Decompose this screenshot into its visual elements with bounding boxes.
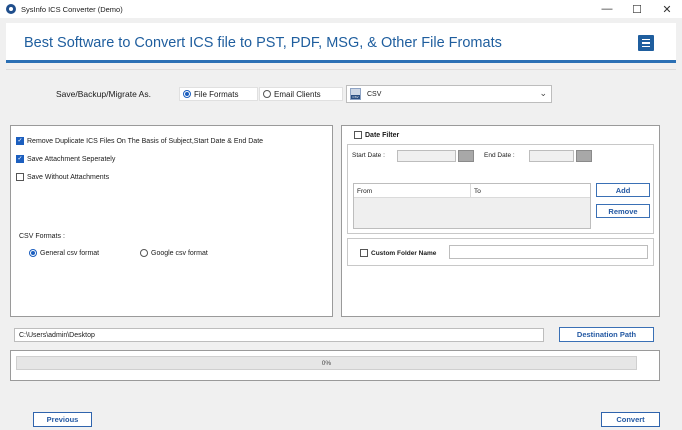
minimize-button[interactable]: —	[592, 0, 622, 18]
save-without-attachments-label: Save Without Attachments	[27, 173, 110, 181]
format-select-value: CSV	[367, 90, 382, 98]
table-header: From To	[354, 184, 590, 198]
from-column-header: From	[354, 184, 471, 197]
title-bar: SysInfo ICS Converter (Demo) — ☐ ✕	[0, 0, 682, 18]
options-panel: Remove Duplicate ICS Files On The Basis …	[10, 125, 333, 317]
save-without-attachments-checkbox[interactable]: Save Without Attachments	[16, 173, 109, 181]
checkbox-checked-icon	[16, 137, 24, 145]
general-csv-radio[interactable]: General csv format	[29, 249, 99, 257]
progress-panel: 0%	[10, 350, 660, 381]
start-date-label: Start Date :	[352, 152, 385, 159]
progress-bar: 0%	[16, 356, 637, 370]
hamburger-menu-icon[interactable]	[638, 35, 654, 51]
checkbox-checked-icon	[16, 155, 24, 163]
format-select[interactable]: CSV ⌄	[346, 85, 552, 103]
custom-folder-input[interactable]	[449, 245, 648, 259]
header-banner: Best Software to Convert ICS file to PST…	[6, 23, 676, 63]
custom-folder-checkbox[interactable]: Custom Folder Name	[360, 249, 436, 257]
save-attachment-label: Save Attachment Seperately	[27, 155, 116, 163]
save-attachment-checkbox[interactable]: Save Attachment Seperately	[16, 155, 115, 163]
window-title: SysInfo ICS Converter (Demo)	[21, 4, 123, 14]
close-button[interactable]: ✕	[652, 0, 682, 18]
filter-panel: Date Filter Start Date : End Date : From…	[341, 125, 660, 317]
add-button[interactable]: Add	[596, 183, 650, 197]
save-as-row: Save/Backup/Migrate As. File Formats Ema…	[6, 69, 676, 115]
progress-label: 0%	[321, 359, 332, 367]
end-date-label: End Date :	[484, 152, 515, 159]
email-clients-label: Email Clients	[274, 89, 321, 99]
file-formats-radio[interactable]: File Formats	[179, 87, 258, 101]
save-as-label: Save/Backup/Migrate As.	[56, 89, 151, 99]
chevron-down-icon: ⌄	[539, 88, 547, 98]
to-column-header: To	[474, 188, 481, 195]
checkbox-icon	[360, 249, 368, 257]
calendar-icon[interactable]	[458, 150, 474, 162]
email-clients-radio[interactable]: Email Clients	[259, 87, 343, 101]
google-csv-radio[interactable]: Google csv format	[140, 249, 208, 257]
banner-title: Best Software to Convert ICS file to PST…	[24, 35, 502, 51]
date-filter-label: Date Filter	[365, 131, 400, 139]
start-date-field[interactable]	[397, 150, 456, 162]
destination-path-button[interactable]: Destination Path	[559, 327, 654, 342]
remove-duplicate-checkbox[interactable]: Remove Duplicate ICS Files On The Basis …	[16, 137, 263, 145]
general-csv-radio-icon	[29, 249, 37, 257]
custom-folder-box: Custom Folder Name	[347, 238, 654, 266]
maximize-button[interactable]: ☐	[622, 0, 652, 18]
convert-button[interactable]: Convert	[601, 412, 660, 427]
date-filter-box: Start Date : End Date : From To Add Remo…	[347, 144, 654, 234]
google-csv-radio-icon	[140, 249, 148, 257]
remove-button[interactable]: Remove	[596, 204, 650, 218]
csv-file-icon	[350, 88, 361, 100]
remove-duplicate-label: Remove Duplicate ICS Files On The Basis …	[27, 137, 264, 145]
previous-button[interactable]: Previous	[33, 412, 92, 427]
file-formats-radio-icon	[183, 90, 191, 98]
destination-path-input[interactable]: C:\Users\admin\Desktop	[14, 328, 544, 342]
checkbox-icon	[16, 173, 24, 181]
email-clients-radio-icon	[263, 90, 271, 98]
date-filter-checkbox[interactable]: Date Filter	[354, 131, 399, 139]
general-csv-label: General csv format	[40, 249, 100, 257]
end-date-field[interactable]	[529, 150, 574, 162]
file-formats-label: File Formats	[194, 89, 239, 99]
google-csv-label: Google csv format	[151, 249, 208, 257]
checkbox-icon	[354, 131, 362, 139]
csv-formats-label: CSV Formats :	[19, 233, 65, 240]
date-range-table: From To	[353, 183, 591, 229]
custom-folder-label: Custom Folder Name	[371, 249, 437, 257]
calendar-icon[interactable]	[576, 150, 592, 162]
app-logo-icon	[6, 4, 16, 14]
window-controls: — ☐ ✕	[592, 0, 682, 18]
